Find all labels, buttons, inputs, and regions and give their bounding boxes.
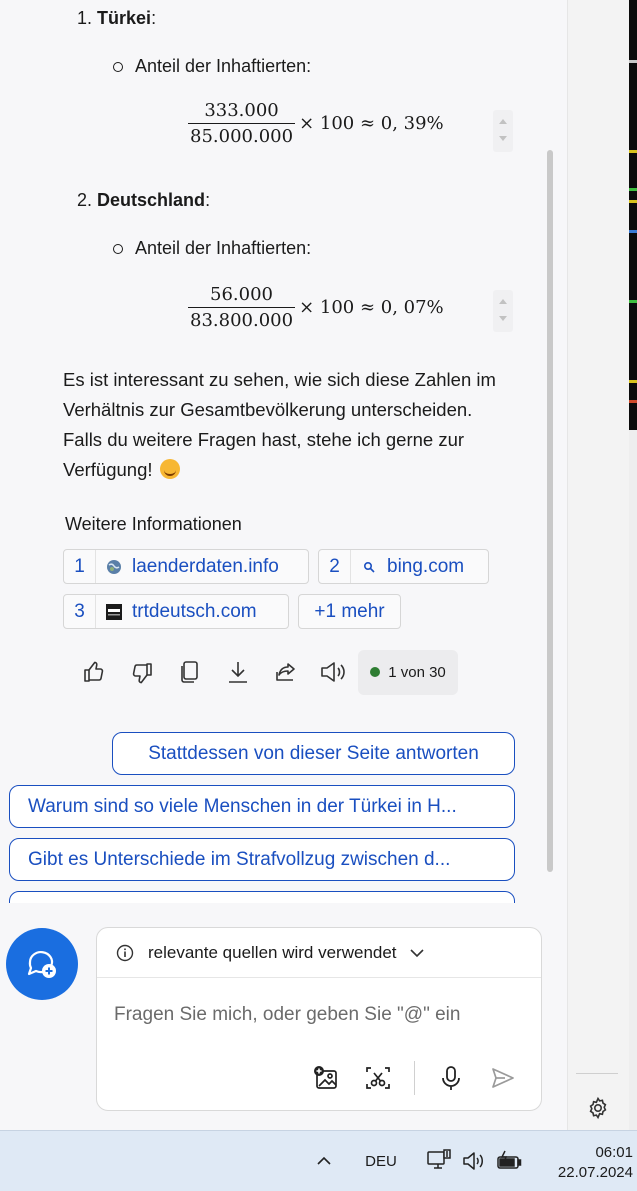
globe-icon: [106, 559, 122, 575]
chevron-down-icon: [409, 948, 424, 957]
clock-time: 06:01: [595, 1144, 633, 1161]
fraction: 56.000 83.800.000: [188, 284, 296, 331]
formula-rest: × 100 ≈ 0, 07%: [299, 297, 444, 318]
scrollbar-thumb[interactable]: [547, 150, 553, 872]
sub-bullet: Anteil der Inhaftierten:: [113, 56, 311, 77]
formula-scroll-control[interactable]: [493, 110, 513, 152]
status-dot-icon: [370, 667, 381, 677]
background-window-edge: [629, 0, 637, 430]
sidebar-strip: [567, 0, 629, 1130]
source-chip-1[interactable]: 1 laenderdaten.info: [63, 549, 309, 584]
taskbar: DEU 06:01 22.07.2024: [0, 1130, 637, 1191]
fraction: 333.000 85.000.000: [188, 100, 296, 147]
copilot-panel: 1. Türkei: Anteil der Inhaftierten: 333.…: [0, 0, 567, 1130]
chevron-up-icon[interactable]: [312, 1149, 336, 1173]
country-name: Deutschland: [97, 190, 206, 210]
bullet-circle: [113, 61, 123, 72]
smiley-emoji-icon: [159, 459, 180, 479]
message-actions: 1 von 30: [70, 648, 458, 696]
numerator: 56.000: [210, 284, 274, 305]
battery-charging-icon[interactable]: [494, 1147, 524, 1175]
microphone-icon[interactable]: [431, 1058, 471, 1098]
formula-scroll-control[interactable]: [493, 290, 513, 332]
download-icon[interactable]: [214, 648, 262, 696]
denominator: 85.000.000: [188, 123, 296, 147]
divider: [576, 1073, 618, 1074]
numerator: 333.000: [204, 100, 279, 121]
source-chip-3[interactable]: 3 trtdeutsch.com: [63, 594, 289, 629]
more-sources-button[interactable]: +1 mehr: [298, 594, 401, 629]
response-counter: 1 von 30: [358, 649, 458, 695]
screenshot-crop-icon[interactable]: [358, 1058, 398, 1098]
suggestion-chip-4-partial[interactable]: [9, 891, 515, 903]
source-chip-2[interactable]: 2 bing.com: [318, 549, 489, 584]
background-window-edge-lower: [629, 430, 637, 1130]
formula-deutschland: 56.000 83.800.000 × 100 ≈ 0, 07%: [188, 284, 444, 331]
speaker-icon[interactable]: [310, 648, 358, 696]
suggestion-chip-3[interactable]: Gibt es Unterschiede im Strafvollzug zwi…: [9, 838, 515, 881]
source-status-bar[interactable]: relevante quellen wird verwendet: [97, 928, 541, 978]
copy-icon[interactable]: [166, 648, 214, 696]
formula-rest: × 100 ≈ 0, 39%: [299, 113, 444, 134]
search-icon: [361, 559, 377, 575]
list-item-deutschland: 2. Deutschland:: [77, 190, 211, 210]
suggestion-chip-1[interactable]: Stattdessen von dieser Seite antworten: [112, 732, 515, 775]
sub-bullet: Anteil der Inhaftierten:: [113, 238, 311, 259]
trt-logo-icon: [106, 603, 122, 620]
country-name: Türkei: [97, 8, 152, 28]
input-language[interactable]: DEU: [358, 1149, 404, 1173]
sources-heading: Weitere Informationen: [65, 514, 242, 534]
bullet-circle: [113, 243, 123, 254]
clock[interactable]: 06:01 22.07.2024: [558, 1143, 633, 1183]
chat-scroll-area[interactable]: 1. Türkei: Anteil der Inhaftierten: 333.…: [0, 0, 560, 903]
add-image-icon[interactable]: [306, 1058, 346, 1098]
chat-input[interactable]: Fragen Sie mich, oder geben Sie "@" ein: [114, 1004, 460, 1026]
toolbar-divider: [414, 1061, 415, 1095]
formula-tuerkei: 333.000 85.000.000 × 100 ≈ 0, 39%: [188, 100, 444, 147]
chat-composer: relevante quellen wird verwendet Fragen …: [96, 927, 542, 1111]
denominator: 83.800.000: [188, 307, 296, 331]
composer-tools: [294, 1058, 523, 1098]
new-chat-button[interactable]: [6, 928, 78, 1000]
thumbs-down-icon[interactable]: [118, 648, 166, 696]
new-chat-icon: [27, 951, 56, 978]
suggestion-chip-2[interactable]: Warum sind so viele Menschen in der Türk…: [9, 785, 515, 828]
info-icon: [116, 944, 134, 961]
clock-date: 22.07.2024: [557, 1164, 633, 1181]
list-item-tuerkei: 1. Türkei:: [77, 8, 157, 28]
thumbs-up-icon[interactable]: [70, 648, 118, 696]
source-status-text: relevante quellen wird verwendet: [148, 942, 397, 962]
send-icon[interactable]: [483, 1058, 523, 1098]
answer-paragraph: Es ist interessant zu sehen, wie sich di…: [63, 369, 496, 480]
share-icon[interactable]: [262, 648, 310, 696]
volume-icon[interactable]: [460, 1147, 488, 1175]
settings-gear-icon[interactable]: [580, 1090, 616, 1126]
network-icon[interactable]: [424, 1147, 454, 1175]
